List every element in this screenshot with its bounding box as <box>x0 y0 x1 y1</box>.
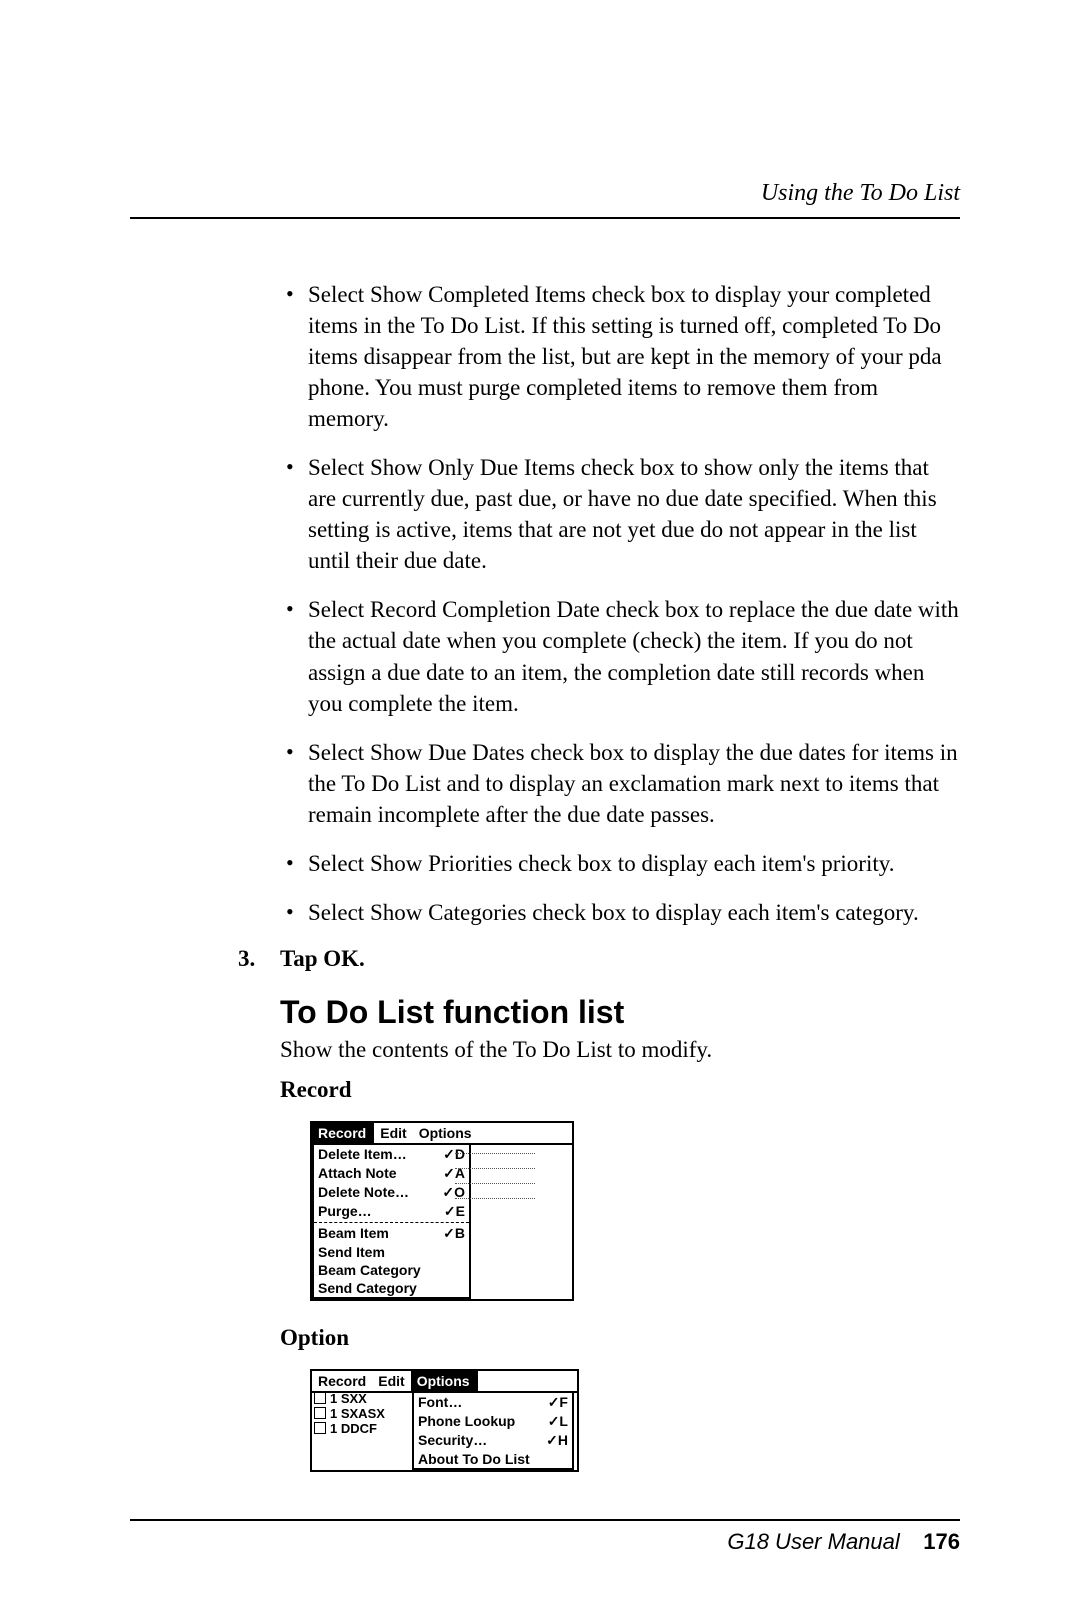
page-footer: G18 User Manual 176 <box>130 1529 960 1555</box>
dotted-lines-icon <box>455 1139 535 1199</box>
record-menu-figure: Record Edit Options Delete Item…✓D Attac… <box>280 1121 960 1301</box>
options-dropdown: Font…✓F Phone Lookup✓L Security…✓H About… <box>412 1391 574 1470</box>
menu-item-send-category[interactable]: Send Category <box>314 1279 469 1297</box>
menu-item-purge[interactable]: Purge…✓E <box>314 1202 469 1221</box>
menu-item-beam-item[interactable]: Beam Item✓B <box>314 1224 469 1243</box>
header-rule <box>130 217 960 219</box>
option-menu-figure: Record Edit Options 1 SXX 1 SXASX 1 DDCF… <box>280 1369 960 1459</box>
menu-item-beam-category[interactable]: Beam Category <box>314 1261 469 1279</box>
body-content: Select Show Completed Items check box to… <box>280 279 960 1459</box>
page-number: 176 <box>923 1529 960 1554</box>
step-text: Tap OK. <box>280 946 365 972</box>
step-number: 3. <box>238 946 280 972</box>
running-header: Using the To Do List <box>130 180 960 207</box>
bullet-item: Select Show Due Dates check box to displ… <box>280 737 960 830</box>
checkbox-icon <box>314 1422 326 1434</box>
menu-item-send-item[interactable]: Send Item <box>314 1243 469 1261</box>
manual-title: G18 User Manual <box>727 1529 899 1554</box>
checkbox-icon <box>314 1407 326 1419</box>
menu-item-font[interactable]: Font…✓F <box>414 1393 572 1412</box>
footer-rule <box>130 1519 960 1521</box>
menu-item-delete-item[interactable]: Delete Item…✓D <box>314 1145 469 1164</box>
menu-record[interactable]: Record <box>312 1123 374 1143</box>
todo-rows-behind: 1 SXX 1 SXASX 1 DDCF <box>314 1391 385 1436</box>
menubar: Record Edit Options <box>312 1371 577 1393</box>
menu-record[interactable]: Record <box>312 1371 372 1391</box>
bullet-item: Select Show Only Due Items check box to … <box>280 452 960 576</box>
bullet-list: Select Show Completed Items check box to… <box>280 279 960 928</box>
menu-edit[interactable]: Edit <box>374 1123 412 1143</box>
bullet-item: Select Show Priorities check box to disp… <box>280 848 960 879</box>
bullet-item: Select Show Categories check box to disp… <box>280 897 960 928</box>
menu-item-attach-note[interactable]: Attach Note✓A <box>314 1164 469 1183</box>
bullet-item: Select Show Completed Items check box to… <box>280 279 960 434</box>
menu-item-delete-note[interactable]: Delete Note…✓O <box>314 1183 469 1202</box>
section-heading: To Do List function list <box>280 994 960 1031</box>
record-subhead: Record <box>280 1077 960 1103</box>
menu-item-security[interactable]: Security…✓H <box>414 1431 572 1450</box>
option-subhead: Option <box>280 1325 960 1351</box>
numbered-step: 3. Tap OK. <box>238 946 960 972</box>
menu-item-about[interactable]: About To Do List <box>414 1450 572 1468</box>
bullet-item: Select Record Completion Date check box … <box>280 594 960 718</box>
record-dropdown: Delete Item…✓D Attach Note✓A Delete Note… <box>312 1143 471 1299</box>
section-lead: Show the contents of the To Do List to m… <box>280 1037 960 1063</box>
menu-options[interactable]: Options <box>411 1371 478 1391</box>
menu-item-phone-lookup[interactable]: Phone Lookup✓L <box>414 1412 572 1431</box>
checkbox-icon <box>314 1392 326 1404</box>
menu-separator <box>314 1222 469 1223</box>
menu-edit[interactable]: Edit <box>372 1371 410 1391</box>
